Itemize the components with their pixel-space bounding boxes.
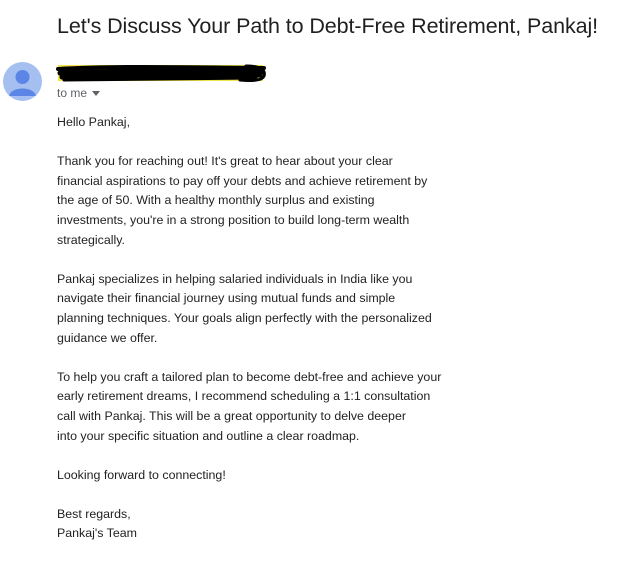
recipient-details-toggle[interactable]: to me	[57, 86, 101, 100]
email-paragraph-1: Thank you for reaching out! It's great t…	[57, 152, 487, 250]
email-greeting: Hello Pankaj,	[57, 115, 131, 129]
body-line: call with Pankaj. This will be a great o…	[57, 408, 406, 423]
email-paragraph-2: Pankaj specializes in helping salaried i…	[57, 270, 487, 348]
body-line: To help you craft a tailored plan to bec…	[57, 369, 442, 384]
chevron-down-icon[interactable]	[92, 91, 101, 96]
body-line: into your specific situation and outline…	[57, 428, 360, 443]
body-line: the age of 50. With a healthy monthly su…	[57, 193, 375, 208]
signoff-line: Best regards,	[57, 506, 131, 521]
body-line: Thank you for reaching out! It's great t…	[57, 154, 393, 169]
body-line: navigate their financial journey using m…	[57, 291, 396, 306]
body-line: strategically.	[57, 232, 125, 247]
sender-name-redaction	[50, 60, 270, 88]
email-body: Hello Pankaj, Thank you for reaching out…	[57, 113, 487, 564]
email-subject: Let's Discuss Your Path to Debt-Free Ret…	[57, 14, 599, 38]
body-line: investments, you're in a strong position…	[57, 212, 410, 227]
recipient-label: to me	[57, 86, 88, 100]
body-line: financial aspirations to pay off your de…	[57, 173, 428, 188]
body-line: early retirement dreams, I recommend sch…	[57, 389, 431, 404]
signoff-team: Pankaj's Team	[57, 526, 137, 541]
sender-avatar-icon[interactable]	[3, 62, 42, 101]
email-paragraph-3: To help you craft a tailored plan to bec…	[57, 368, 487, 446]
body-line: Pankaj specializes in helping salaried i…	[57, 271, 413, 286]
body-line: guidance we offer.	[57, 330, 158, 345]
body-line: planning techniques. Your goals align pe…	[57, 310, 432, 325]
email-signoff: Best regards, Pankaj's Team	[57, 505, 487, 544]
email-closing: Looking forward to connecting!	[57, 467, 226, 482]
